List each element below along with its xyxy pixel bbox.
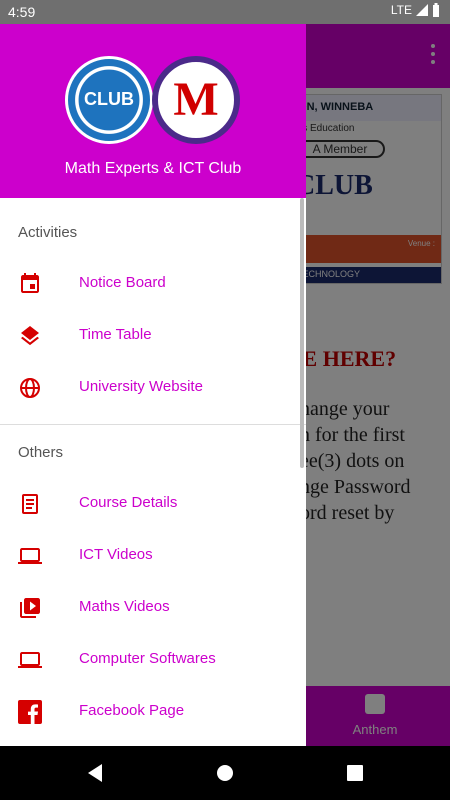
menu-item-ict-videos[interactable]: ICT Videos [0,530,306,582]
video-library-icon [20,598,40,618]
home-icon[interactable] [214,762,236,784]
menu-item-label: University Website [79,378,203,395]
menu-item-maths-videos[interactable]: Maths Videos [0,582,306,634]
menu-item-computer-softwares[interactable]: Computer Softwares [0,634,306,686]
ict-club-logo: CLUB [65,56,153,144]
laptop-icon [18,548,42,564]
menu-item-notice-board[interactable]: Notice Board [0,258,306,310]
status-time: 4:59 [8,4,36,20]
back-icon[interactable] [84,762,106,784]
network-type: LTE [390,3,412,17]
ict-logo-text: CLUB [84,89,134,109]
calendar-icon [21,273,39,293]
math-experts-logo: M [152,56,240,144]
menu-item-course-details[interactable]: Course Details [0,478,306,530]
recents-icon[interactable] [344,762,366,784]
status-icons: LTE [391,3,440,17]
section-title-others: Others [18,444,64,461]
drawer-title: Math Experts & ICT Club [64,160,242,177]
section-title-activities: Activities [18,224,78,241]
menu-item-label: ICT Videos [79,546,153,563]
globe-icon [20,378,40,398]
facebook-icon [18,700,42,724]
document-icon [22,494,38,514]
drawer-scrollbar[interactable] [300,198,304,468]
menu-item-facebook-page[interactable]: Facebook Page [0,686,306,738]
laptop-icon [18,652,42,668]
battery-icon [433,3,439,17]
menu-item-label: Notice Board [79,274,166,291]
menu-item-label: Computer Softwares [79,650,216,667]
drawer-header: CLUB M Math Experts & ICT Club [0,24,306,198]
status-bar: 4:59 LTE [0,0,450,24]
system-nav-bar [0,746,450,800]
menu-item-label: Course Details [79,494,178,511]
signal-icon [416,4,428,16]
layers-icon [21,326,39,346]
section-divider [0,424,306,425]
math-logo-text: M [173,73,219,126]
menu-item-label: Facebook Page [79,702,185,719]
menu-item-university-website[interactable]: University Website [0,362,306,414]
menu-item-time-table[interactable]: Time Table [0,310,306,362]
menu-item-label: Maths Videos [79,598,170,615]
navigation-drawer: CLUB M Math Experts & ICT Club Activitie… [0,24,306,746]
menu-item-label: Time Table [79,326,152,343]
